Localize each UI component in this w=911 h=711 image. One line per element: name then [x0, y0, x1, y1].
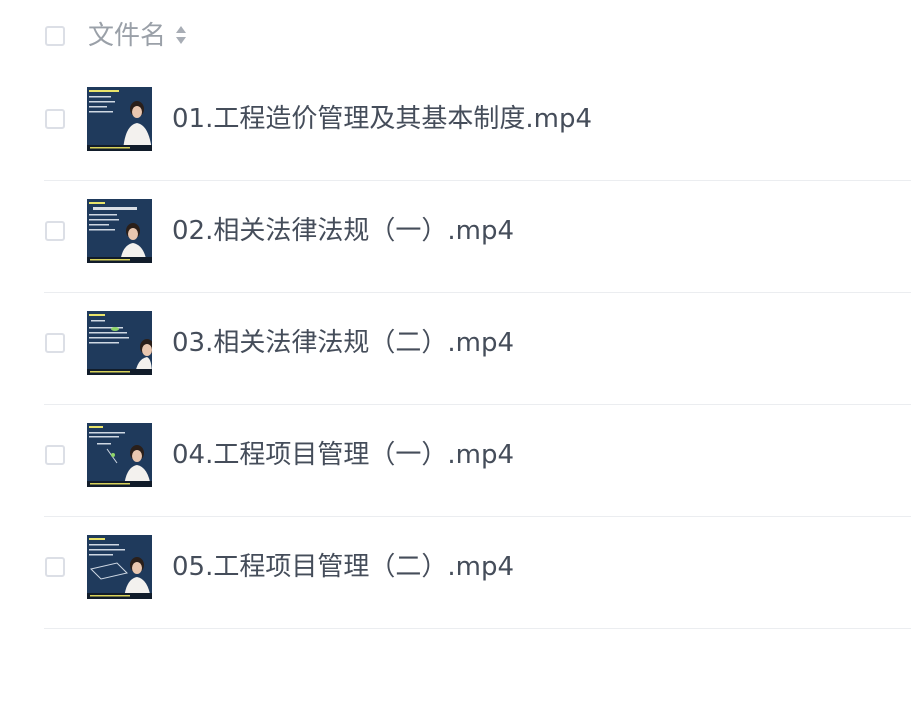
- row-checkbox[interactable]: [45, 109, 65, 129]
- video-thumbnail: [87, 311, 152, 375]
- list-item[interactable]: 03.相关法律法规（二）.mp4: [0, 293, 911, 405]
- file-name[interactable]: 05.工程项目管理（二）.mp4: [172, 550, 514, 584]
- row-checkbox[interactable]: [45, 557, 65, 577]
- sort-by-filename-button[interactable]: 文件名: [88, 20, 187, 52]
- list-item[interactable]: 05.工程项目管理（二）.mp4: [0, 517, 911, 629]
- column-label-filename: 文件名: [88, 21, 167, 51]
- video-thumbnail: [87, 87, 152, 151]
- file-name[interactable]: 01.工程造价管理及其基本制度.mp4: [172, 102, 592, 136]
- select-all-checkbox[interactable]: [45, 26, 65, 46]
- sort-icon: [175, 25, 187, 47]
- row-divider: [44, 628, 911, 629]
- file-name[interactable]: 04.工程项目管理（一）.mp4: [172, 438, 514, 472]
- video-thumbnail: [87, 423, 152, 487]
- list-header: 文件名: [0, 0, 911, 74]
- file-name[interactable]: 03.相关法律法规（二）.mp4: [172, 326, 514, 360]
- list-item[interactable]: 04.工程项目管理（一）.mp4: [0, 405, 911, 517]
- file-list: 文件名 01.工程造价管理及其基本制度.mp4 02.相关法律法规（一）.mp4…: [0, 0, 911, 711]
- file-name[interactable]: 02.相关法律法规（一）.mp4: [172, 214, 514, 248]
- list-item[interactable]: 01.工程造价管理及其基本制度.mp4: [0, 69, 911, 181]
- list-item[interactable]: 02.相关法律法规（一）.mp4: [0, 181, 911, 293]
- row-checkbox[interactable]: [45, 221, 65, 241]
- row-checkbox[interactable]: [45, 445, 65, 465]
- video-thumbnail: [87, 199, 152, 263]
- video-thumbnail: [87, 535, 152, 599]
- row-checkbox[interactable]: [45, 333, 65, 353]
